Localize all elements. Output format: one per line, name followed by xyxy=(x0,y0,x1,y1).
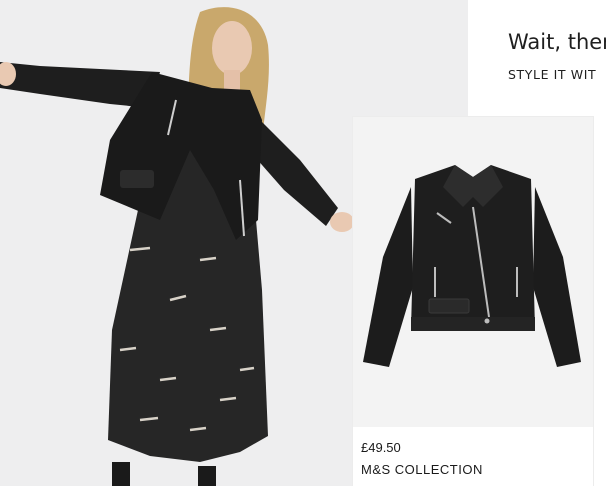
section-heading: Wait, ther xyxy=(508,30,606,54)
product-price: £49.50 xyxy=(361,440,401,455)
product-brand: M&S COLLECTION xyxy=(361,462,483,477)
product-image[interactable] xyxy=(353,117,593,427)
product-card[interactable]: £49.50 M&S COLLECTION xyxy=(353,117,593,486)
section-subheading: STYLE IT WIT xyxy=(508,67,597,82)
leather-jacket-illustration xyxy=(363,165,581,367)
